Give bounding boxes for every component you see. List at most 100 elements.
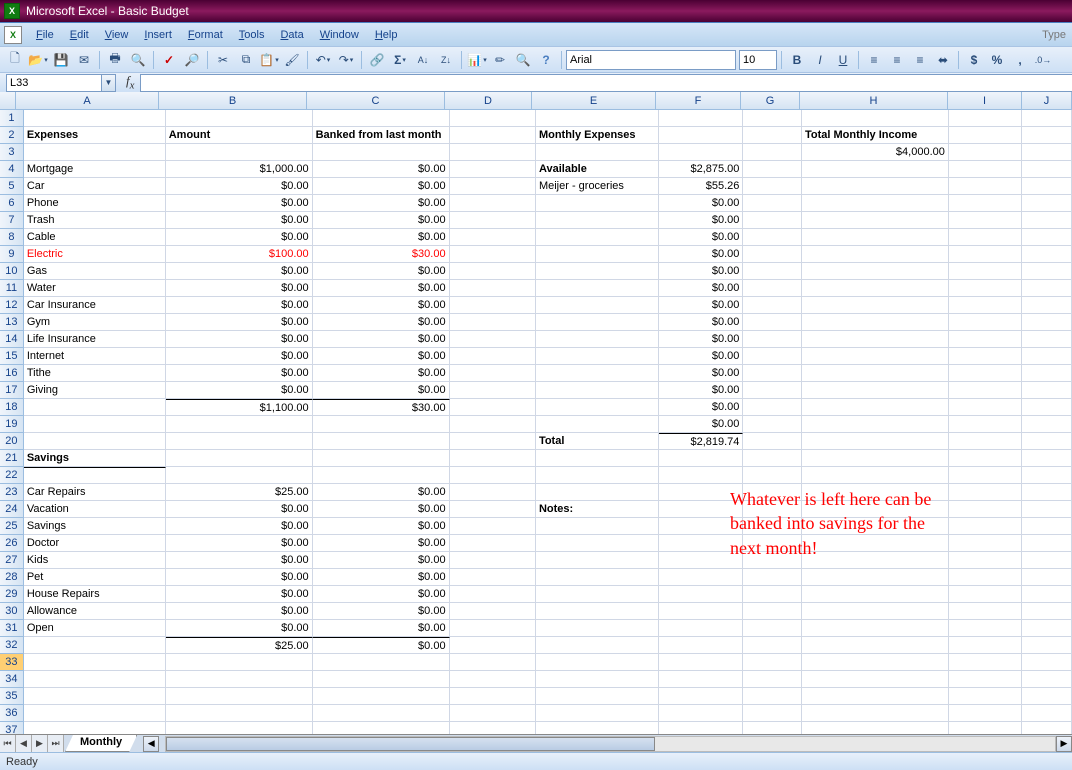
cell-E22[interactable] (536, 467, 659, 484)
cell-H20[interactable] (802, 433, 949, 450)
cell-H10[interactable] (802, 263, 949, 280)
cell-A9[interactable]: Electric (24, 246, 166, 263)
cell-G12[interactable] (743, 297, 802, 314)
row-header[interactable]: 2 (0, 127, 24, 144)
paste-icon[interactable]: 📋 (258, 49, 280, 71)
cell-C26[interactable]: $0.00 (313, 535, 450, 552)
cell-D14[interactable] (450, 331, 536, 348)
cell-D21[interactable] (450, 450, 536, 467)
cell-J6[interactable] (1022, 195, 1072, 212)
cell-I10[interactable] (949, 263, 1022, 280)
cell-F9[interactable]: $0.00 (659, 246, 743, 263)
cell-J8[interactable] (1022, 229, 1072, 246)
cell-A26[interactable]: Doctor (24, 535, 166, 552)
cell-F6[interactable]: $0.00 (659, 195, 743, 212)
cell-D12[interactable] (450, 297, 536, 314)
hyperlink-icon[interactable]: 🔗 (366, 49, 388, 71)
cell-A21[interactable]: Savings (24, 450, 166, 467)
sort-asc-icon[interactable]: A↓ (412, 49, 434, 71)
row-header[interactable]: 20 (0, 433, 24, 450)
cell-D33[interactable] (450, 654, 536, 671)
cell-J37[interactable] (1022, 722, 1072, 734)
row-header[interactable]: 35 (0, 688, 24, 705)
cell-F33[interactable] (659, 654, 743, 671)
cell-D3[interactable] (450, 144, 536, 161)
cell-E28[interactable] (536, 569, 659, 586)
cell-E30[interactable] (536, 603, 659, 620)
sheet-tab-monthly[interactable]: Monthly (65, 735, 137, 752)
cell-E15[interactable] (536, 348, 659, 365)
row-header[interactable]: 22 (0, 467, 24, 484)
cell-B8[interactable]: $0.00 (166, 229, 313, 246)
cell-G35[interactable] (743, 688, 802, 705)
cell-C1[interactable] (313, 110, 450, 127)
cell-A23[interactable]: Car Repairs (24, 484, 166, 501)
row-header[interactable]: 30 (0, 603, 24, 620)
cell-G32[interactable] (743, 637, 802, 654)
row-header[interactable]: 29 (0, 586, 24, 603)
cell-G20[interactable] (743, 433, 802, 450)
cell-I26[interactable] (949, 535, 1022, 552)
cell-J30[interactable] (1022, 603, 1072, 620)
cell-E10[interactable] (536, 263, 659, 280)
cell-A18[interactable] (24, 399, 166, 416)
cell-B30[interactable]: $0.00 (166, 603, 313, 620)
cell-D28[interactable] (450, 569, 536, 586)
cell-I13[interactable] (949, 314, 1022, 331)
cell-I18[interactable] (949, 399, 1022, 416)
cell-H5[interactable] (802, 178, 949, 195)
name-box-dropdown-icon[interactable]: ▼ (102, 74, 116, 92)
cell-H19[interactable] (802, 416, 949, 433)
cell-I35[interactable] (949, 688, 1022, 705)
cell-E12[interactable] (536, 297, 659, 314)
cell-G31[interactable] (743, 620, 802, 637)
cell-H33[interactable] (802, 654, 949, 671)
cell-E1[interactable] (536, 110, 659, 127)
cell-D7[interactable] (450, 212, 536, 229)
cell-F10[interactable]: $0.00 (659, 263, 743, 280)
cell-A17[interactable]: Giving (24, 382, 166, 399)
cell-F5[interactable]: $55.26 (659, 178, 743, 195)
cell-G10[interactable] (743, 263, 802, 280)
cell-I19[interactable] (949, 416, 1022, 433)
cell-F31[interactable] (659, 620, 743, 637)
cell-C28[interactable]: $0.00 (313, 569, 450, 586)
cell-C8[interactable]: $0.00 (313, 229, 450, 246)
cell-I37[interactable] (949, 722, 1022, 734)
cell-C17[interactable]: $0.00 (313, 382, 450, 399)
open-icon[interactable]: 📂 (27, 49, 49, 71)
cell-I14[interactable] (949, 331, 1022, 348)
cell-I8[interactable] (949, 229, 1022, 246)
cell-G11[interactable] (743, 280, 802, 297)
cell-A29[interactable]: House Repairs (24, 586, 166, 603)
cell-E8[interactable] (536, 229, 659, 246)
format-painter-icon[interactable]: 🖌 (281, 49, 303, 71)
cell-H2[interactable]: Total Monthly Income (802, 127, 949, 144)
cell-C7[interactable]: $0.00 (313, 212, 450, 229)
cell-C27[interactable]: $0.00 (313, 552, 450, 569)
cell-A12[interactable]: Car Insurance (24, 297, 166, 314)
cell-H8[interactable] (802, 229, 949, 246)
align-left-icon[interactable]: ≡ (863, 49, 885, 71)
cell-D18[interactable] (450, 399, 536, 416)
cell-B32[interactable]: $25.00 (166, 637, 313, 654)
menu-edit[interactable]: Edit (62, 26, 97, 44)
menu-view[interactable]: View (97, 26, 137, 44)
cell-B31[interactable]: $0.00 (166, 620, 313, 637)
row-header[interactable]: 31 (0, 620, 24, 637)
cell-C20[interactable] (313, 433, 450, 450)
cell-F32[interactable] (659, 637, 743, 654)
cell-B4[interactable]: $1,000.00 (166, 161, 313, 178)
menu-help[interactable]: Help (367, 26, 406, 44)
cell-B2[interactable]: Amount (166, 127, 313, 144)
save-icon[interactable]: 💾 (50, 49, 72, 71)
document-icon[interactable]: X (4, 26, 22, 44)
cell-D9[interactable] (450, 246, 536, 263)
cell-B23[interactable]: $25.00 (166, 484, 313, 501)
menu-insert[interactable]: Insert (136, 26, 180, 44)
cell-A28[interactable]: Pet (24, 569, 166, 586)
cell-B6[interactable]: $0.00 (166, 195, 313, 212)
cell-D15[interactable] (450, 348, 536, 365)
cell-I25[interactable] (949, 518, 1022, 535)
cell-H11[interactable] (802, 280, 949, 297)
